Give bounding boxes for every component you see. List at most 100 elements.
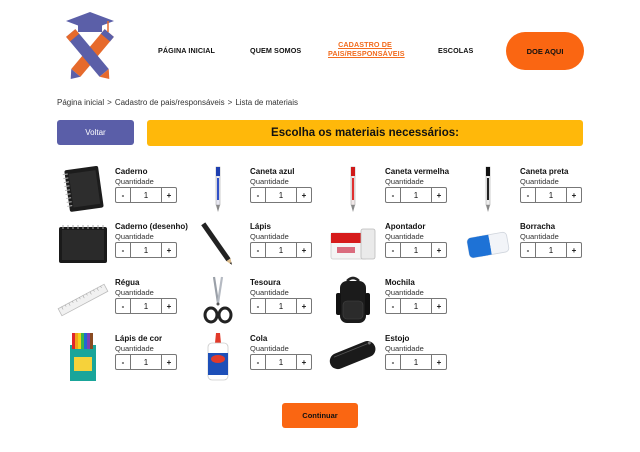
increase-button[interactable]: +	[161, 243, 176, 257]
increase-button[interactable]: +	[296, 355, 311, 369]
quantity-label: Quantidade	[385, 343, 424, 353]
nav-parent-registration-line2: PAIS/RESPONSÁVEIS	[328, 48, 405, 58]
material-name: Régua	[115, 278, 140, 287]
material-name: Borracha	[520, 222, 556, 231]
increase-button[interactable]: +	[431, 299, 446, 313]
sharpener-icon	[330, 228, 376, 260]
quantity-label: Quantidade	[250, 287, 289, 297]
quantity-value[interactable]: 1	[131, 299, 161, 313]
quantity-stepper: - 1 +	[385, 298, 447, 314]
quantity-value[interactable]: 1	[131, 188, 161, 202]
quantity-value[interactable]: 1	[131, 355, 161, 369]
material-name: Caneta vermelha	[385, 167, 450, 176]
increase-button[interactable]: +	[161, 355, 176, 369]
breadcrumb-separator: >	[107, 98, 112, 107]
material-item-cola: Cola Quantidade - 1 +	[192, 331, 322, 381]
ruler-icon	[57, 283, 109, 317]
breadcrumb: Página inicial > Cadastro de pais/responsá…	[57, 98, 301, 107]
decrease-button[interactable]: -	[251, 243, 266, 257]
quantity-label: Quantidade	[250, 343, 289, 353]
breadcrumb-home[interactable]: Página inicial	[57, 98, 104, 107]
quantity-value[interactable]: 1	[266, 299, 296, 313]
material-item-lapis-de-cor: Lápis de cor Quantidade - 1 +	[57, 331, 187, 381]
quantity-stepper: - 1 +	[385, 242, 447, 258]
quantity-value[interactable]: 1	[401, 188, 431, 202]
nav-parent-registration[interactable]: CADASTRO DE PAIS/RESPONSÁVEIS	[328, 40, 405, 58]
quantity-value[interactable]: 1	[401, 299, 431, 313]
material-name: Apontador	[385, 222, 426, 231]
colored-pencils-icon	[70, 333, 96, 381]
increase-button[interactable]: +	[566, 243, 581, 257]
quantity-value[interactable]: 1	[131, 243, 161, 257]
quantity-stepper: - 1 +	[250, 242, 312, 258]
quantity-label: Quantidade	[250, 176, 289, 186]
material-item-mochila: Mochila Quantidade - 1 +	[327, 275, 457, 325]
material-name: Lápis	[250, 222, 271, 231]
decrease-button[interactable]: -	[521, 243, 536, 257]
decrease-button[interactable]: -	[386, 355, 401, 369]
page-title: Escolha os materiais necessários:	[147, 120, 583, 146]
quantity-value[interactable]: 1	[536, 188, 566, 202]
increase-button[interactable]: +	[161, 299, 176, 313]
decrease-button[interactable]: -	[251, 299, 266, 313]
breadcrumb-current: Lista de materiais	[235, 98, 299, 107]
quantity-stepper: - 1 +	[520, 242, 582, 258]
increase-button[interactable]: +	[296, 299, 311, 313]
nav-about[interactable]: QUEM SOMOS	[250, 46, 301, 55]
decrease-button[interactable]: -	[386, 299, 401, 313]
donate-button[interactable]: DOE AQUI	[506, 32, 584, 70]
quantity-value[interactable]: 1	[536, 243, 566, 257]
quantity-stepper: - 1 +	[520, 187, 582, 203]
quantity-label: Quantidade	[250, 231, 289, 241]
material-item-caneta-vermelha: Caneta vermelha Quantidade - 1 +	[327, 164, 457, 214]
increase-button[interactable]: +	[431, 188, 446, 202]
increase-button[interactable]: +	[296, 188, 311, 202]
red-pen-icon	[350, 166, 356, 212]
material-item-caneta-preta: Caneta preta Quantidade - 1 +	[462, 164, 592, 214]
decrease-button[interactable]: -	[386, 243, 401, 257]
increase-button[interactable]: +	[566, 188, 581, 202]
quantity-value[interactable]: 1	[401, 243, 431, 257]
material-name: Caderno	[115, 167, 148, 176]
quantity-stepper: - 1 +	[385, 187, 447, 203]
increase-button[interactable]: +	[161, 188, 176, 202]
decrease-button[interactable]: -	[116, 299, 131, 313]
quantity-value[interactable]: 1	[266, 355, 296, 369]
material-name: Tesoura	[250, 278, 281, 287]
decrease-button[interactable]: -	[521, 188, 536, 202]
decrease-button[interactable]: -	[386, 188, 401, 202]
nav-home[interactable]: PÁGINA INICIAL	[158, 46, 215, 55]
backpack-icon	[336, 276, 370, 323]
material-item-apontador: Apontador Quantidade - 1 +	[327, 219, 457, 269]
quantity-stepper: - 1 +	[115, 242, 177, 258]
material-name: Caderno (desenho)	[115, 222, 188, 231]
scissors-icon	[203, 276, 233, 324]
quantity-stepper: - 1 +	[250, 354, 312, 370]
nav-schools[interactable]: ESCOLAS	[438, 46, 473, 55]
decrease-button[interactable]: -	[116, 243, 131, 257]
quantity-value[interactable]: 1	[266, 188, 296, 202]
back-button[interactable]: Voltar	[57, 120, 134, 145]
increase-button[interactable]: +	[296, 243, 311, 257]
decrease-button[interactable]: -	[116, 188, 131, 202]
material-item-borracha: Borracha Quantidade - 1 +	[462, 219, 592, 269]
material-item-lapis: Lápis Quantidade - 1 +	[192, 219, 322, 269]
glue-icon	[207, 333, 229, 381]
quantity-value[interactable]: 1	[401, 355, 431, 369]
material-item-estojo: Estojo Quantidade - 1 +	[327, 331, 457, 381]
increase-button[interactable]: +	[431, 355, 446, 369]
material-name: Estojo	[385, 334, 410, 343]
blue-pen-icon	[215, 166, 221, 212]
quantity-stepper: - 1 +	[115, 298, 177, 314]
decrease-button[interactable]: -	[251, 188, 266, 202]
quantity-value[interactable]: 1	[266, 243, 296, 257]
quantity-label: Quantidade	[520, 176, 559, 186]
decrease-button[interactable]: -	[116, 355, 131, 369]
increase-button[interactable]: +	[431, 243, 446, 257]
material-name: Caneta azul	[250, 167, 295, 176]
decrease-button[interactable]: -	[251, 355, 266, 369]
breadcrumb-registration[interactable]: Cadastro de pais/responsáveis	[115, 98, 225, 107]
continue-button[interactable]: Continuar	[282, 403, 358, 428]
quantity-label: Quantidade	[115, 343, 154, 353]
quantity-label: Quantidade	[115, 231, 154, 241]
